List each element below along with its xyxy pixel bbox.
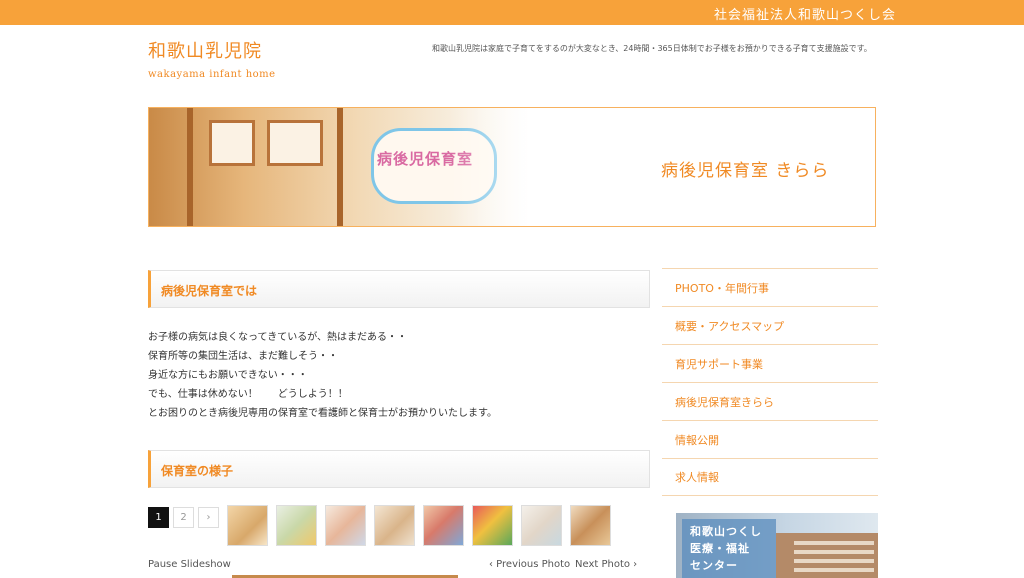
sidebar-item-recruit[interactable]: 求人情報: [662, 458, 878, 496]
building-image: [776, 533, 878, 578]
door-frame: [187, 108, 193, 226]
photo-thumbnail[interactable]: [276, 505, 317, 546]
center-banner-line: 和歌山つくし: [690, 525, 762, 538]
intro-line: 保育所等の集団生活は、まだ難しそう・・: [148, 351, 338, 362]
sidebar-item-support[interactable]: 育児サポート事業: [662, 344, 878, 382]
logo-name-en[interactable]: wakayama infant home: [148, 69, 276, 80]
photo-thumbnail[interactable]: [570, 505, 611, 546]
top-bar: 社会福祉法人和歌山つくし会: [0, 0, 1024, 25]
intro-line: お子様の病気は良くなってきているが、熱はまだある・・: [148, 332, 407, 343]
intro-text: お子様の病気は良くなってきているが、熱はまだある・・ 保育所等の集団生活は、まだ…: [148, 328, 497, 423]
section-heading-text: 保育室の様子: [161, 464, 234, 478]
photo-thumbnail[interactable]: [423, 505, 464, 546]
window-pane: [267, 120, 323, 166]
photo-thumbnail[interactable]: [325, 505, 366, 546]
photo-thumbnail[interactable]: [227, 505, 268, 546]
banner-title: 病後児保育室 きらら: [661, 161, 830, 181]
site-tagline: 和歌山乳児院は家庭で子育てをするのが大変なとき、24時間・365日体制でお子様を…: [432, 44, 872, 53]
intro-line: 身近な方にもお願いできない・・・: [148, 370, 308, 381]
door-frame: [337, 108, 343, 226]
sidebar-item-photo[interactable]: PHOTO・年間行事: [662, 268, 878, 306]
center-banner-link[interactable]: 和歌山つくし 医療・福祉 センター: [676, 513, 878, 578]
intro-line: でも、仕事は休めない！ どうしよう！！: [148, 389, 348, 400]
next-photo-link[interactable]: Next Photo ›: [575, 559, 637, 570]
window-pane: [209, 120, 255, 166]
section-heading: 保育室の様子: [148, 450, 650, 488]
page-button-1[interactable]: 1: [148, 507, 169, 528]
photo-thumbnail[interactable]: [472, 505, 513, 546]
previous-photo-link[interactable]: ‹ Previous Photo: [489, 559, 570, 570]
pause-slideshow-link[interactable]: Pause Slideshow: [148, 559, 231, 570]
section-heading: 病後児保育室では: [148, 270, 650, 308]
section-heading-text: 病後児保育室では: [161, 284, 258, 298]
sidebar-item-overview[interactable]: 概要・アクセスマップ: [662, 306, 878, 344]
photo-thumbnail[interactable]: [521, 505, 562, 546]
organization-name[interactable]: 社会福祉法人和歌山つくし会: [714, 4, 896, 23]
next-page-button[interactable]: ›: [198, 507, 219, 528]
photo-thumbnail[interactable]: [374, 505, 415, 546]
center-banner-text: 和歌山つくし 医療・福祉 センター: [690, 523, 762, 574]
intro-line: とお困りのとき病後児専用の保育室で看護師と保育士がお預かりいたします。: [148, 408, 497, 419]
thumbnail-strip: [227, 505, 611, 546]
center-banner-line: センター: [690, 559, 738, 572]
site-logo[interactable]: 和歌山乳児院 wakayama infant home: [148, 37, 276, 80]
sidebar-item-disclosure[interactable]: 情報公開: [662, 420, 878, 458]
center-banner-line: 医療・福祉: [690, 542, 750, 555]
page-button-2[interactable]: 2: [173, 507, 194, 528]
logo-name-jp[interactable]: 和歌山乳児院: [148, 37, 276, 63]
slideshow-pager: 1 2 ›: [148, 507, 219, 528]
sidebar-nav: PHOTO・年間行事 概要・アクセスマップ 育児サポート事業 病後児保育室きらら…: [662, 268, 878, 496]
building-windows: [794, 541, 874, 545]
sidebar-item-kirara[interactable]: 病後児保育室きらら: [662, 382, 878, 420]
page-banner: 病後児保育室 病後児保育室 きらら: [148, 107, 876, 227]
